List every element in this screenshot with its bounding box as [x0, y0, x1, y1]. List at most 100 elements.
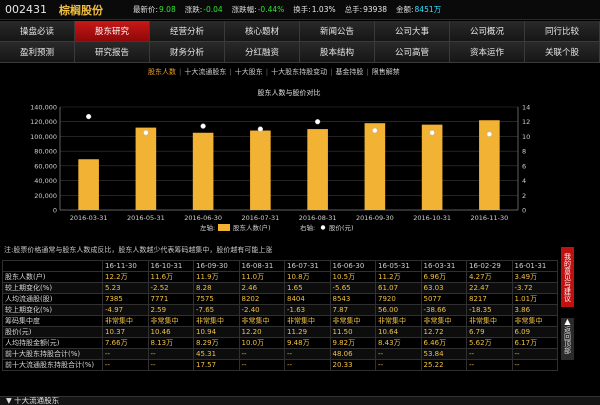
table-cell: -- [466, 358, 513, 371]
column-header: 16-02-29 [466, 260, 513, 272]
nav-row2-item-7[interactable]: 关联个股 [525, 42, 600, 63]
row-label: 人均持股金额(元) [2, 336, 103, 349]
latest-price-label: 最新价: [133, 5, 159, 14]
table-cell: -7.65 [193, 303, 240, 316]
subtab-5[interactable]: 限售解禁 [372, 67, 400, 77]
legend-right-prefix: 右轴: [300, 223, 315, 232]
table-cell: 非常集中 [511, 314, 558, 327]
stock-name: 棕榈股份 [59, 3, 103, 17]
table-cell: 10.46 [147, 325, 194, 338]
bar [192, 132, 214, 210]
table-header-row: 16-11-30 16-10-31 16-09-30 16-08-31 16-07-31… [2, 260, 558, 272]
table-row: 人均持股金额(元) 7.66万 8.13万 8.29万 10.0万 9.48万 9.82万 8… [2, 336, 558, 349]
chart-note: 注:股票价格通常与股东人数成反比，股东人数越少代表筹码越集中，股价越有可能上涨 [4, 246, 273, 254]
row-label: 前十大流通股东持股合计(%) [2, 358, 103, 371]
bar [250, 130, 271, 210]
table-cell: 22.47 [466, 281, 513, 294]
table-cell: -1.63 [284, 303, 331, 316]
table-cell: 6.96万 [420, 270, 467, 283]
table-cell: 8217 [466, 292, 513, 305]
table-cell: 非常集中 [193, 314, 240, 327]
nav-row1-item-6[interactable]: 公司概况 [450, 21, 525, 42]
nav-row2-item-1[interactable]: 研究报告 [75, 42, 150, 63]
nav-row1-item-1[interactable]: 股东研究 [75, 21, 150, 42]
bar [364, 123, 386, 210]
nav-row1-item-2[interactable]: 经营分析 [150, 21, 225, 42]
table-cell: 8202 [238, 292, 285, 305]
subtab-3[interactable]: 十大股东持股变动 [271, 67, 327, 77]
bar [78, 159, 99, 210]
nav-row1-item-5[interactable]: 公司大事 [375, 21, 450, 42]
table-row: 股价(元) 10.37 10.46 10.94 12.20 11.29 11.50 10.64… [2, 325, 558, 338]
nav-row2-item-3[interactable]: 分红融资 [225, 42, 300, 63]
feedback-button[interactable]: 我的意见与建议 [561, 247, 574, 307]
table-row: 人均流通股(股) 7385 7771 7575 8202 8404 8543 7920 5077… [2, 292, 558, 305]
table-cell: 11.50 [329, 325, 376, 338]
subtab-divider: | [366, 68, 369, 76]
column-header: 16-07-31 [284, 260, 331, 272]
table-cell: 3.49万 [511, 270, 558, 283]
subtab-4[interactable]: 基金持股 [335, 67, 363, 77]
table-cell: 3.86 [511, 303, 558, 316]
nav-row2-item-2[interactable]: 财务分析 [150, 42, 225, 63]
x-tick-label: 2016-10-31 [413, 214, 451, 222]
column-header: 16-10-31 [147, 260, 194, 272]
table-cell: -38.66 [420, 303, 467, 316]
legend-left-prefix: 左轴: [200, 223, 215, 232]
back-to-top-button[interactable]: ▲ 返回顶部 [561, 318, 574, 360]
row-label: 股价(元) [2, 325, 103, 338]
table-cell: -- [102, 358, 149, 371]
table-cell: 5.23 [102, 281, 149, 294]
price-point [372, 127, 378, 134]
table-row: 前十大股东持股合计(%) -- -- 45.31 -- -- 48.06 -- 53.84 -- -… [2, 347, 558, 360]
table-cell: 10.37 [102, 325, 149, 338]
column-header: 16-11-30 [102, 260, 149, 272]
subtab-1[interactable]: 十大流通股东 [184, 67, 226, 77]
table-cell: -5.65 [329, 281, 376, 294]
arrow-up-icon: ▲ [564, 317, 571, 326]
table-cell: 11.9万 [193, 270, 240, 283]
amount-value: 8451万 [414, 5, 442, 14]
table-cell: 非常集中 [329, 314, 376, 327]
subtab-divider: | [179, 68, 182, 76]
nav-row1-item-0[interactable]: 操盘必读 [0, 21, 75, 42]
table-cell: -- [511, 347, 558, 360]
table-cell: 10.64 [375, 325, 422, 338]
nav-row1-item-4[interactable]: 新闻公告 [300, 21, 375, 42]
y-tick-left: 0 [53, 207, 57, 215]
section-nav: 操盘必读 股东研究 经营分析 核心题材 新闻公告 公司大事 公司概况 同行比较盈利预测 研究报告… [0, 21, 600, 63]
column-header [2, 260, 103, 272]
y-tick-left: 40,000 [34, 177, 57, 185]
y-tick-left: 100,000 [30, 133, 57, 141]
table-cell: 12.20 [238, 325, 285, 338]
nav-row2-item-5[interactable]: 公司高管 [375, 42, 450, 63]
x-tick-label: 2016-11-30 [470, 214, 508, 222]
table-cell: 7.66万 [102, 336, 149, 349]
change-label: 涨跌: [184, 5, 203, 14]
table-cell: 2.59 [147, 303, 194, 316]
table-cell: 6.46万 [420, 336, 467, 349]
nav-row2-item-4[interactable]: 股本结构 [300, 42, 375, 63]
price-point [486, 131, 493, 137]
nav-row1-item-7[interactable]: 同行比较 [525, 21, 600, 42]
table-cell: 11.2万 [375, 270, 422, 283]
subtab-0[interactable]: 股东人数 [148, 67, 176, 77]
subtab-2[interactable]: 十大股东 [235, 67, 263, 77]
table-cell: 8.29万 [193, 336, 240, 349]
table-row: 筹码集中度 非常集中 非常集中 非常集中 非常集中 非常集中 非常集中 非常集中 非常集中 非常集… [2, 314, 558, 327]
table-cell: 7385 [102, 292, 149, 305]
column-header: 16-03-31 [420, 260, 467, 272]
quote-bar: 002431 棕榈股份 最新价: 9.08 涨跌: -0.04 涨跌幅: -0.… [0, 0, 600, 20]
table-cell: 63.03 [420, 281, 467, 294]
nav-row2-item-6[interactable]: 资本运作 [450, 42, 525, 63]
table-cell: 1.65 [284, 281, 331, 294]
table-cell: -- [238, 347, 285, 360]
section-header-top10-float[interactable]: ▼ 十大流通股东 [0, 396, 600, 405]
nav-row2-item-0[interactable]: 盈利预测 [0, 42, 75, 63]
table-cell: -- [102, 347, 149, 360]
table-cell: 12.72 [420, 325, 467, 338]
table-cell: 6.17万 [511, 336, 558, 349]
table-cell: 10.5万 [329, 270, 376, 283]
table-cell: -3.72 [511, 281, 558, 294]
nav-row1-item-3[interactable]: 核心题材 [225, 21, 300, 42]
